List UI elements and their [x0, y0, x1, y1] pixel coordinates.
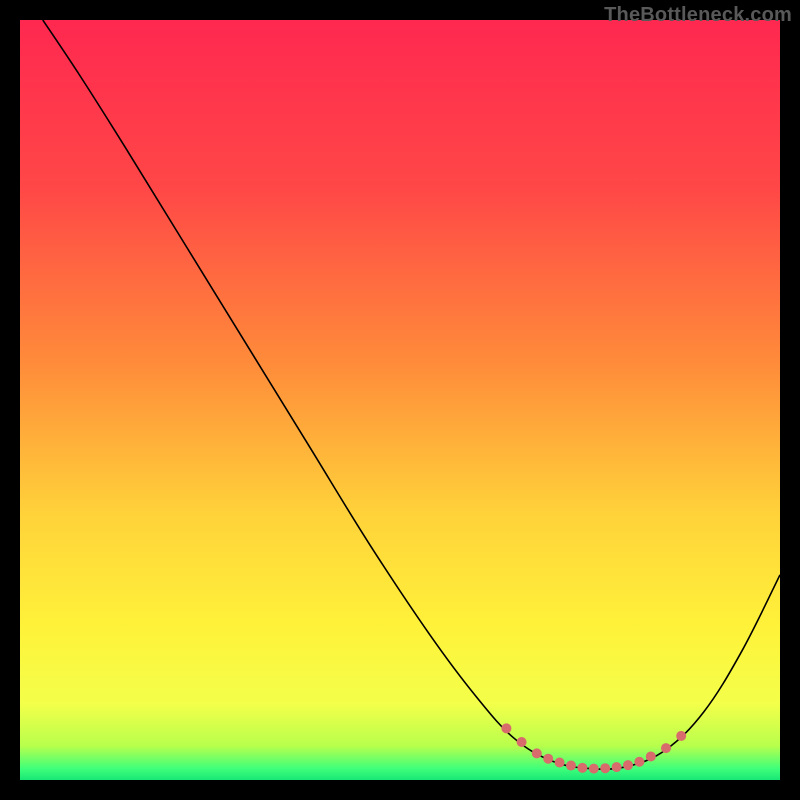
gradient-background	[20, 20, 780, 780]
bottleneck-chart	[20, 20, 780, 780]
attribution-text: TheBottleneck.com	[604, 4, 792, 27]
chart-frame: TheBottleneck.com	[0, 0, 800, 800]
